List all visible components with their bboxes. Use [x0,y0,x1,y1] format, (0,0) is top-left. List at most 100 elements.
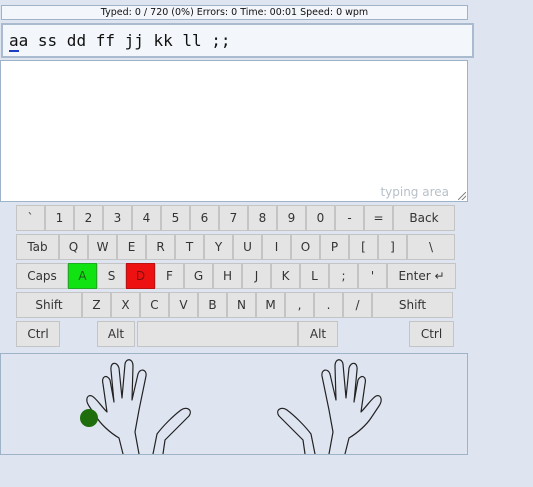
key-l[interactable]: L [300,263,329,289]
key-label: Shift [398,298,427,312]
key-o[interactable]: O [291,234,320,260]
key-m[interactable]: M [256,292,285,318]
key-label: X [121,298,130,312]
key-shift-right[interactable]: Shift [372,292,453,318]
key-e[interactable]: E [117,234,146,260]
key-shift-left[interactable]: Shift [16,292,82,318]
key-label: / [355,298,360,312]
hands-diagram [0,353,468,455]
key-label: T [185,240,194,254]
key-s[interactable]: S [97,263,126,289]
left-hand-icon [86,359,147,455]
key-6[interactable]: 6 [190,205,219,231]
key-0[interactable]: 0 [306,205,335,231]
key-right-bracket[interactable]: ] [378,234,407,260]
key-w[interactable]: W [88,234,117,260]
key-label: Ctrl [420,327,443,341]
key-label: = [373,211,384,225]
key-label: K [281,269,290,283]
key-t[interactable]: T [175,234,204,260]
key-backtick[interactable]: ` [16,205,45,231]
key-label: U [243,240,252,254]
key-d[interactable]: D [126,263,155,289]
active-finger-indicator [80,409,98,427]
key-caps[interactable]: Caps [16,263,68,289]
key-back[interactable]: Back [393,205,455,231]
key-period[interactable]: . [314,292,343,318]
key-label: N [237,298,246,312]
key-label: 3 [113,211,122,225]
key-label: , [297,298,302,312]
key-u[interactable]: U [233,234,262,260]
key-h[interactable]: H [213,263,242,289]
key-minus[interactable]: - [335,205,364,231]
hands-illustration [80,359,382,455]
key-label: B [208,298,217,312]
typing-area-placeholder: typing area [380,185,449,199]
key-5[interactable]: 5 [161,205,190,231]
key-slash[interactable]: / [343,292,372,318]
key-label: ' [370,269,375,283]
key-space-right[interactable] [137,321,298,347]
key-q[interactable]: Q [59,234,88,260]
key-p[interactable]: P [320,234,349,260]
key-backslash[interactable]: \ [407,234,455,260]
key-v[interactable]: V [169,292,198,318]
key-3[interactable]: 3 [103,205,132,231]
key-7[interactable]: 7 [219,205,248,231]
key-label: G [193,269,204,283]
key-label: Alt [107,327,125,341]
key-label: ] [390,240,395,254]
key-label: W [96,240,109,254]
key-label: R [156,240,165,254]
key-i[interactable]: I [262,234,291,260]
key-9[interactable]: 9 [277,205,306,231]
key-k[interactable]: K [271,263,300,289]
key-label: 9 [287,211,296,225]
right-hand-icon [321,359,382,455]
key-label: M [265,298,276,312]
key-tab[interactable]: Tab [16,234,59,260]
key-8[interactable]: 8 [248,205,277,231]
key-ctrl-right[interactable]: Ctrl [409,321,454,347]
key-quote[interactable]: ' [358,263,387,289]
key-f[interactable]: F [155,263,184,289]
key-comma[interactable]: , [285,292,314,318]
status-bar: Typed: 0 / 720 (0%) Errors: 0 Time: 00:0… [1,5,468,20]
key-label: \ [428,240,434,254]
key-label: L [311,269,318,283]
key-a[interactable]: A [68,263,97,289]
key-label: Alt [309,327,327,341]
key-4[interactable]: 4 [132,205,161,231]
key-z[interactable]: Z [82,292,111,318]
key-label: S [107,269,116,283]
key-label: ; [341,269,346,283]
key-c[interactable]: C [140,292,169,318]
key-label: A [78,269,87,283]
key-r[interactable]: R [146,234,175,260]
key-y[interactable]: Y [204,234,233,260]
key-ctrl-left[interactable]: Ctrl [16,321,60,347]
key-enter[interactable]: Enter ↵ [387,263,456,289]
key-g[interactable]: G [184,263,213,289]
key-left-bracket[interactable]: [ [349,234,378,260]
key-label: 7 [229,211,238,225]
key-label: P [330,240,339,254]
key-alt-right[interactable]: Alt [298,321,338,347]
key-b[interactable]: B [198,292,227,318]
key-1[interactable]: 1 [45,205,74,231]
key-2[interactable]: 2 [74,205,103,231]
key-label: F [166,269,173,283]
key-semicolon[interactable]: ; [329,263,358,289]
key-label: I [274,240,279,254]
key-label: Y [214,240,223,254]
key-label: D [135,269,146,283]
key-label: Enter ↵ [398,269,445,283]
key-alt-left[interactable]: Alt [97,321,135,347]
typing-area[interactable]: typing area [0,60,468,202]
key-equals[interactable]: = [364,205,393,231]
resize-grip-icon[interactable] [458,192,466,200]
key-x[interactable]: X [111,292,140,318]
key-n[interactable]: N [227,292,256,318]
key-j[interactable]: J [242,263,271,289]
